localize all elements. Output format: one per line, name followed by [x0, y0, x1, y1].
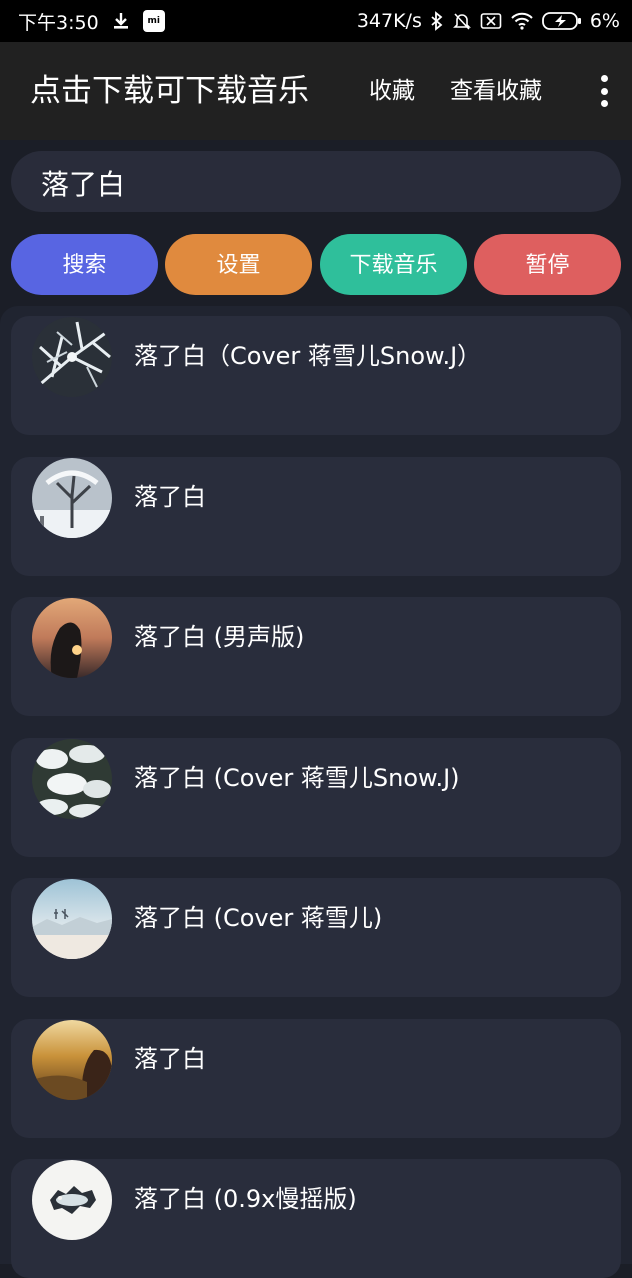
ink-splash-cover: [32, 1160, 112, 1240]
search-input[interactable]: [39, 151, 603, 214]
song-list-item[interactable]: 落了白: [11, 1019, 621, 1138]
song-list-item[interactable]: 落了白 (Cover 蒋雪儿Snow.J): [11, 738, 621, 857]
app-title: 点击下载可下载音乐: [30, 73, 309, 109]
song-title: 落了白 (男声版): [134, 623, 305, 651]
download-music-button[interactable]: 下载音乐: [320, 234, 467, 295]
song-list-item[interactable]: 落了白: [11, 457, 621, 576]
download-icon: [111, 11, 131, 31]
mute-bell-icon: [452, 11, 472, 31]
network-speed: 347K/s: [356, 10, 422, 32]
search-button[interactable]: 搜索: [11, 234, 158, 295]
favorite-button[interactable]: 收藏: [369, 42, 415, 140]
sunset-portrait-cover: [32, 598, 112, 678]
song-list-item[interactable]: 落了白 (男声版): [11, 597, 621, 716]
no-sim-icon: [480, 12, 502, 30]
more-options-icon[interactable]: [598, 75, 610, 107]
status-bar: 下午3:50 mi 347K/s 6%: [0, 0, 632, 42]
autumn-girl-cover: [32, 1020, 112, 1100]
song-title: 落了白: [134, 483, 206, 511]
status-time: 下午3:50: [18, 11, 99, 34]
app-bar: 点击下载可下载音乐 收藏 查看收藏: [0, 42, 632, 140]
song-title: 落了白 (0.9x慢摇版): [134, 1185, 357, 1213]
snowy-tree-cover: [32, 458, 112, 538]
mi-app-icon: mi: [142, 10, 165, 32]
winter-landscape-cover: [32, 879, 112, 959]
snow-covered-plant-cover: [32, 739, 112, 819]
search-box: [11, 151, 621, 214]
song-title: 落了白（Cover 蒋雪儿Snow.J）: [134, 342, 482, 370]
song-title: 落了白 (Cover 蒋雪儿): [134, 904, 383, 932]
song-title: 落了白 (Cover 蒋雪儿Snow.J): [134, 764, 460, 792]
battery-percent: 6%: [589, 10, 620, 32]
view-favorites-button[interactable]: 查看收藏: [450, 42, 542, 140]
pause-button[interactable]: 暂停: [474, 234, 621, 295]
song-title: 落了白: [134, 1045, 206, 1073]
battery-charging-icon: [541, 11, 582, 31]
wifi-icon: [510, 12, 534, 30]
snowy-branches-cover: [32, 317, 112, 397]
song-list: 落了白（Cover 蒋雪儿Snow.J） 落了白 落了白 (男声版) 落了白 (…: [0, 306, 632, 1278]
song-list-item[interactable]: 落了白（Cover 蒋雪儿Snow.J）: [11, 316, 621, 435]
bluetooth-icon: [430, 11, 444, 31]
song-list-item[interactable]: 落了白 (0.9x慢摇版): [11, 1159, 621, 1278]
song-list-item[interactable]: 落了白 (Cover 蒋雪儿): [11, 878, 621, 997]
settings-button[interactable]: 设置: [165, 234, 312, 295]
